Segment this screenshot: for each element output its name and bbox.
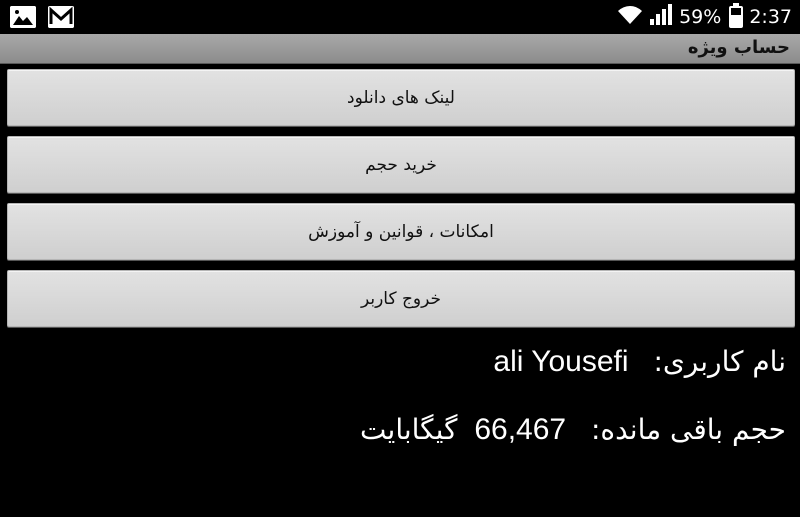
- battery-icon: [729, 3, 744, 28]
- username-label: نام کاربری:: [653, 345, 786, 378]
- logout-button[interactable]: خروج کاربر: [7, 270, 795, 327]
- menu: لینک های دانلود خرید حجم امکانات ، قوانی…: [7, 69, 795, 337]
- notification-icons: [10, 6, 74, 28]
- remaining-volume-label: حجم باقی مانده:: [591, 413, 786, 446]
- battery-percent: 59%: [679, 6, 722, 28]
- wifi-icon: [617, 4, 643, 30]
- download-links-button[interactable]: لینک های دانلود: [7, 69, 795, 126]
- remaining-volume-value: 66,467: [474, 413, 567, 446]
- remaining-volume-row: حجم باقی مانده: 66,467 گیگابایت: [360, 413, 786, 447]
- username-value: ali Yousefi: [493, 345, 629, 378]
- image-icon: [10, 6, 36, 28]
- features-rules-tutorial-button[interactable]: امکانات ، قوانین و آموزش: [7, 203, 795, 260]
- remaining-volume-unit: گیگابایت: [360, 413, 458, 446]
- username-row: نام کاربری: ali Yousefi: [493, 345, 786, 379]
- gmail-icon: [48, 6, 74, 28]
- signal-icon: [649, 4, 673, 30]
- clock: 2:37: [749, 6, 792, 28]
- buy-volume-button[interactable]: خرید حجم: [7, 136, 795, 193]
- title-bar: حساب ویژه: [0, 34, 800, 64]
- system-status: 59% 2:37: [617, 3, 792, 30]
- battery-level: [731, 15, 742, 26]
- status-bar: 59% 2:37: [0, 0, 800, 34]
- page-title: حساب ویژه: [687, 37, 790, 58]
